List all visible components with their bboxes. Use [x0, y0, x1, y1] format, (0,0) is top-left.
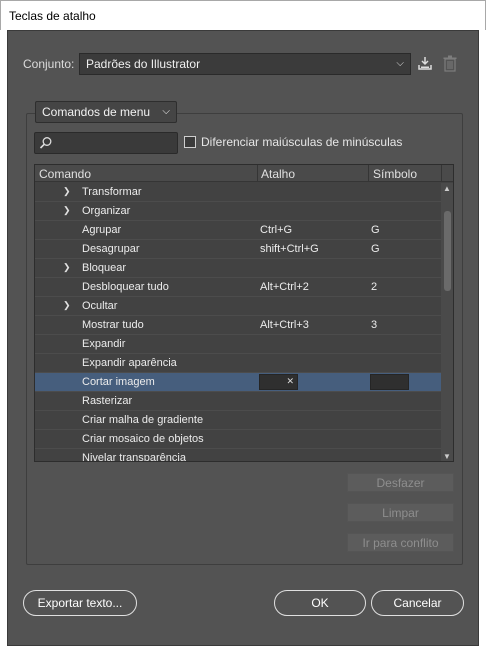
- cancel-button[interactable]: Cancelar: [371, 590, 464, 616]
- vertical-scrollbar[interactable]: ▲ ▼: [441, 183, 453, 461]
- row-command: Organizar: [82, 205, 131, 217]
- table-row[interactable]: Cortar imagem ✕: [35, 373, 441, 392]
- table-row[interactable]: Desagrupar shift+Ctrl+G G: [35, 240, 441, 259]
- row-command: Transformar: [82, 186, 142, 198]
- row-shortcut[interactable]: Alt+Ctrl+3: [260, 319, 309, 331]
- table-row[interactable]: ❯ Organizar: [35, 202, 441, 221]
- table-row[interactable]: Rasterizar: [35, 392, 441, 411]
- row-command: Nivelar transparência: [82, 452, 186, 462]
- column-divider: [368, 165, 369, 182]
- symbol-edit-field[interactable]: [370, 374, 409, 390]
- table-row[interactable]: Nivelar transparência: [35, 449, 441, 462]
- table-rows: ❯ Transformar ❯ Organizar Agrupar Ctrl+G G Desa…: [35, 183, 441, 462]
- table-row[interactable]: Criar malha de gradiente: [35, 411, 441, 430]
- chevron-right-icon[interactable]: ❯: [63, 300, 71, 311]
- row-command: Expandir aparência: [82, 357, 177, 369]
- row-symbol[interactable]: G: [371, 224, 380, 236]
- case-sensitive-checkbox[interactable]: [184, 136, 196, 148]
- table-row[interactable]: Mostrar tudo Alt+Ctrl+3 3: [35, 316, 441, 335]
- table-row[interactable]: ❯ Bloquear: [35, 259, 441, 278]
- row-symbol[interactable]: 3: [371, 319, 377, 331]
- row-shortcut[interactable]: shift+Ctrl+G: [260, 243, 319, 255]
- row-symbol[interactable]: G: [371, 243, 380, 255]
- row-command: Cortar imagem: [82, 376, 155, 388]
- title-bar: Teclas de atalho: [0, 0, 486, 30]
- row-shortcut[interactable]: Ctrl+G: [260, 224, 292, 236]
- row-command: Bloquear: [82, 262, 127, 274]
- chevron-down-icon: ⌵: [396, 58, 404, 69]
- row-command: Desagrupar: [82, 243, 140, 255]
- clear-icon[interactable]: ✕: [286, 376, 294, 387]
- row-command: Criar mosaico de objetos: [82, 433, 204, 445]
- chevron-right-icon[interactable]: ❯: [63, 262, 71, 273]
- shortcut-edit-field[interactable]: ✕: [259, 374, 298, 390]
- table-row[interactable]: Criar mosaico de objetos: [35, 430, 441, 449]
- row-command: Desbloquear tudo: [82, 281, 169, 293]
- row-shortcut[interactable]: Alt+Ctrl+2: [260, 281, 309, 293]
- chevron-right-icon[interactable]: ❯: [63, 205, 71, 216]
- scroll-up-icon[interactable]: ▲: [443, 184, 451, 193]
- scroll-thumb[interactable]: [444, 211, 451, 291]
- save-set-icon[interactable]: [417, 55, 435, 73]
- row-command: Mostrar tudo: [82, 319, 144, 331]
- table-row[interactable]: Desbloquear tudo Alt+Ctrl+2 2: [35, 278, 441, 297]
- set-label: Conjunto:: [23, 57, 75, 71]
- row-command: Agrupar: [82, 224, 122, 236]
- column-shortcut[interactable]: Atalho: [261, 167, 295, 181]
- search-input[interactable]: [34, 132, 178, 154]
- undo-button[interactable]: Desfazer: [347, 473, 454, 492]
- row-command: Ocultar: [82, 300, 118, 312]
- command-type-value: Comandos de menu: [42, 105, 151, 119]
- row-command: Expandir: [82, 338, 126, 350]
- set-select[interactable]: Padrões do Illustrator ⌵: [79, 53, 411, 75]
- column-symbol[interactable]: Símbolo: [373, 167, 417, 181]
- export-text-button[interactable]: Exportar texto...: [23, 590, 137, 616]
- column-command[interactable]: Comando: [39, 167, 91, 181]
- case-sensitive-label: Diferenciar maiúsculas de minúsculas: [201, 135, 403, 149]
- table-header: Comando Atalho Símbolo: [35, 165, 453, 182]
- command-type-select[interactable]: Comandos de menu ⌵: [35, 101, 177, 123]
- shortcuts-table: Comando Atalho Símbolo ❯ Transformar ❯ Orga…: [34, 164, 454, 462]
- set-select-value: Padrões do Illustrator: [86, 57, 201, 71]
- trash-icon[interactable]: [442, 55, 460, 73]
- column-divider: [441, 165, 442, 182]
- search-icon: [39, 137, 52, 149]
- table-row[interactable]: Expandir: [35, 335, 441, 354]
- row-command: Rasterizar: [82, 395, 133, 407]
- column-divider: [257, 165, 258, 182]
- table-row[interactable]: Expandir aparência: [35, 354, 441, 373]
- ok-button[interactable]: OK: [274, 590, 366, 616]
- window-title: Teclas de atalho: [9, 9, 96, 23]
- table-row[interactable]: ❯ Ocultar: [35, 297, 441, 316]
- chevron-down-icon: ⌵: [162, 106, 170, 117]
- chevron-right-icon[interactable]: ❯: [63, 186, 71, 197]
- goto-conflict-button[interactable]: Ir para conflito: [347, 533, 454, 552]
- clear-button[interactable]: Limpar: [347, 503, 454, 522]
- table-row[interactable]: ❯ Transformar: [35, 183, 441, 202]
- shortcuts-dialog: Conjunto: Padrões do Illustrator ⌵ Coman…: [7, 30, 479, 646]
- table-row[interactable]: Agrupar Ctrl+G G: [35, 221, 441, 240]
- row-symbol[interactable]: 2: [371, 281, 377, 293]
- row-command: Criar malha de gradiente: [82, 414, 204, 426]
- scroll-down-icon[interactable]: ▼: [443, 452, 451, 461]
